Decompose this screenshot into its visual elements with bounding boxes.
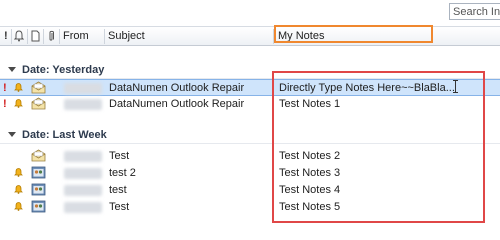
bell-icon[interactable] xyxy=(14,185,23,194)
envelope-open-icon xyxy=(31,149,46,162)
group-label: Date: Yesterday xyxy=(22,64,105,76)
message-subject: Test xyxy=(109,201,130,213)
search-input[interactable]: Search Inb xyxy=(449,3,500,20)
column-separator xyxy=(27,29,28,44)
exclamation-icon: ! xyxy=(3,98,7,110)
message-subject: test xyxy=(109,184,127,196)
sender-redacted xyxy=(64,185,102,196)
bell-icon[interactable] xyxy=(14,202,23,211)
group-label: Date: Last Week xyxy=(22,129,107,141)
exclamation-icon[interactable]: ! xyxy=(4,30,8,42)
sender-redacted xyxy=(64,151,102,162)
document-icon[interactable] xyxy=(31,30,40,42)
bell-icon[interactable] xyxy=(14,30,24,42)
column-subject[interactable]: Subject xyxy=(108,30,145,42)
bell-icon[interactable] xyxy=(14,83,23,92)
meeting-icon xyxy=(31,183,46,196)
message-subject: DataNumen Outlook Repair xyxy=(109,82,245,94)
column-separator xyxy=(104,29,105,44)
meeting-icon xyxy=(31,200,46,213)
meeting-icon xyxy=(31,166,46,179)
envelope-open-icon xyxy=(31,97,46,110)
sender-redacted xyxy=(64,168,102,179)
message-subject: DataNumen Outlook Repair xyxy=(109,98,245,110)
column-from[interactable]: From xyxy=(63,30,89,42)
toolbar: Search Inb xyxy=(0,0,500,26)
column-separator xyxy=(59,29,60,44)
text-cursor-icon xyxy=(453,80,458,93)
notes-column-highlight xyxy=(272,71,485,223)
collapse-triangle-icon[interactable] xyxy=(8,67,16,72)
group-header[interactable]: Date: Last Week xyxy=(8,129,107,141)
sender-redacted xyxy=(64,83,102,94)
group-header[interactable]: Date: Yesterday xyxy=(8,64,104,76)
my-notes-header-highlight xyxy=(274,25,433,43)
exclamation-icon: ! xyxy=(3,82,7,94)
collapse-triangle-icon[interactable] xyxy=(8,132,16,137)
bell-icon[interactable] xyxy=(14,99,23,108)
paperclip-icon[interactable] xyxy=(47,30,55,42)
sender-redacted xyxy=(64,99,102,110)
bell-icon[interactable] xyxy=(14,168,23,177)
sender-redacted xyxy=(64,202,102,213)
message-subject: Test xyxy=(109,150,130,162)
message-subject: test 2 xyxy=(109,167,136,179)
column-separator xyxy=(43,29,44,44)
envelope-open-icon xyxy=(31,81,46,94)
column-separator xyxy=(11,29,12,44)
